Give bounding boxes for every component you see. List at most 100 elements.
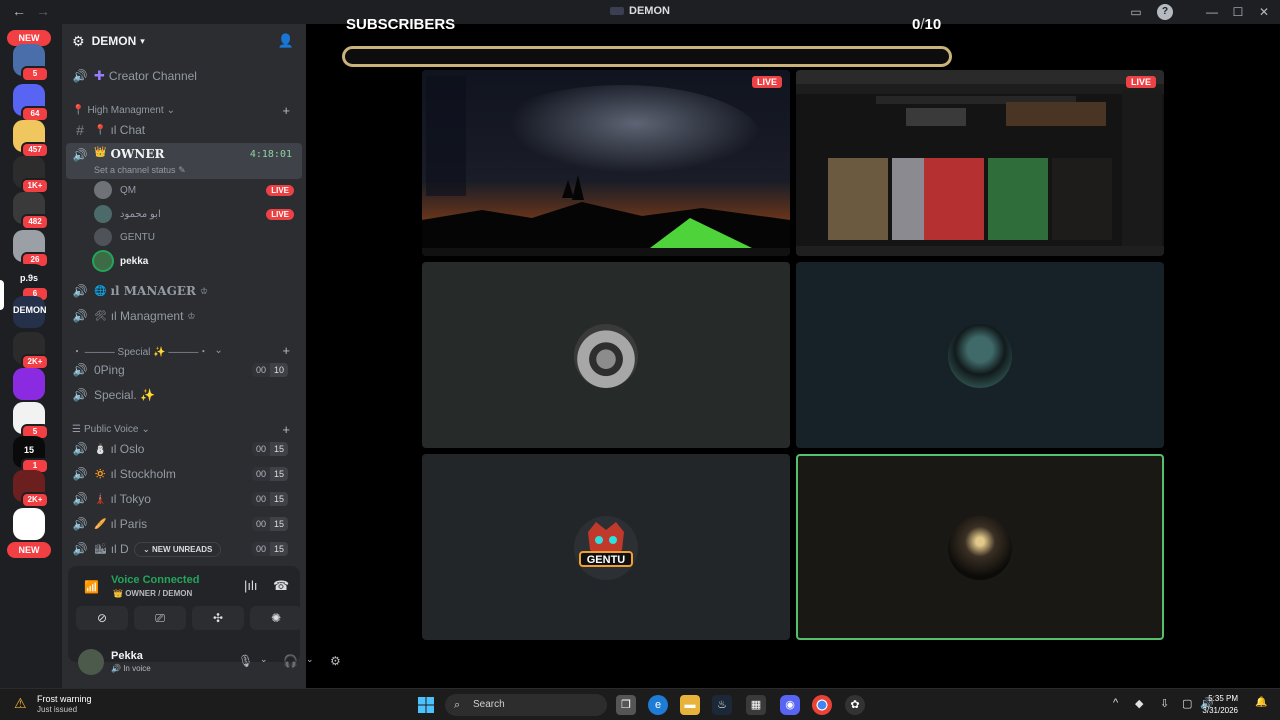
user-avatar <box>94 228 112 246</box>
headphones-icon[interactable]: 🎧 <box>283 654 298 668</box>
channel-public-voice[interactable]: 🔊 🥖 ıl Paris 00 15 <box>66 512 302 536</box>
soundboard-button[interactable]: ✺ <box>250 606 302 630</box>
guild-header[interactable]: ⚙ DEMON ▾ 👤 <box>62 24 306 58</box>
server-icon[interactable]: 1K+ <box>13 156 49 194</box>
maximize-icon[interactable]: ☐ <box>1230 4 1246 20</box>
user-avatar[interactable] <box>78 649 104 675</box>
user-name[interactable]: Pekka <box>111 650 143 662</box>
server-icon[interactable]: 482 <box>13 192 49 230</box>
channel-status-line[interactable]: Set a channel status ✎ <box>94 165 186 176</box>
discord-window: ← → DEMON ▭ ? — ☐ ✕ NEW NEW 5 64 457 1K+ 482… <box>0 0 1280 720</box>
server-icon[interactable] <box>13 508 45 540</box>
settings-gear-icon[interactable]: ⚙ <box>330 654 341 668</box>
pin-icon: 📍 <box>72 104 85 116</box>
voice-user-name: QM <box>120 184 137 196</box>
weather-warning-title[interactable]: Frost warning <box>37 694 92 704</box>
category-name: Public Voice <box>83 423 139 435</box>
user-tile-gentu[interactable]: GENTU <box>422 454 790 640</box>
user-tile-pekka[interactable] <box>796 454 1164 640</box>
minimize-icon[interactable]: — <box>1204 4 1220 20</box>
stream-tile-qm[interactable]: LIVE <box>422 70 790 256</box>
voice-channel-path[interactable]: 👑 OWNER / DEMON <box>113 589 192 598</box>
add-channel-icon[interactable]: + <box>282 343 290 358</box>
channel-managment[interactable]: 🔊 🛠 ıl Managment ♔ <box>66 304 302 328</box>
channel-chat[interactable]: # 📍 ıl Chat <box>66 118 302 142</box>
server-icon[interactable]: DEMON <box>13 296 47 328</box>
stream-tile-abu-mahmoud[interactable]: LIVE <box>796 70 1164 256</box>
guild-name: DEMON <box>91 34 137 48</box>
invite-people-icon[interactable]: 👤 <box>278 33 294 49</box>
user-count: 00 <box>251 363 270 377</box>
show-hidden-icons-chevron[interactable]: ^ <box>1113 697 1118 709</box>
noise-suppression-icon[interactable]: |ılı <box>244 578 258 593</box>
audio-options-chevron-icon[interactable]: ⌄ <box>306 654 314 665</box>
file-explorer-icon[interactable]: ▬ <box>680 695 700 715</box>
connection-signal-icon[interactable]: 📶 <box>84 580 99 594</box>
windows-start-icon[interactable] <box>418 697 434 713</box>
notification-bell-icon[interactable]: 🔔 <box>1255 697 1267 708</box>
browser-stream-preview <box>796 70 1164 256</box>
add-channel-icon[interactable]: + <box>282 103 290 118</box>
back-arrow-icon[interactable]: ← <box>12 3 26 19</box>
channel-creator[interactable]: 🔊 ✚ Creator Channel <box>66 64 302 88</box>
mic-options-chevron-icon[interactable]: ⌄ <box>260 654 268 665</box>
voice-user[interactable]: GENTU <box>94 226 294 248</box>
disconnect-icon[interactable]: ☎ <box>273 578 289 594</box>
voice-user[interactable]: pekka <box>94 250 294 272</box>
category-name: High Managment <box>87 104 164 116</box>
share-screen-button[interactable]: ⎚ <box>134 606 186 630</box>
store-icon[interactable]: ▦ <box>746 695 766 715</box>
plus-emoji-icon: ✚ <box>94 68 105 83</box>
category-public-voice[interactable]: ☰ Public Voice ⌄ + <box>72 421 298 437</box>
channel-public-voice[interactable]: 🔊 🗼 ıl Tokyo 00 15 <box>66 487 302 511</box>
channel-public-voice[interactable]: 🔊 ⛄ ıl Oslo 00 15 <box>66 437 302 461</box>
microphone-icon[interactable]: 🎙 <box>238 654 253 668</box>
help-icon[interactable]: ? <box>1157 4 1173 20</box>
edge-icon[interactable]: e <box>648 695 668 715</box>
voice-status[interactable]: Voice Connected <box>111 574 199 586</box>
channel-public-voice[interactable]: 🔊 🔅 ıl Stockholm 00 15 <box>66 462 302 486</box>
voice-user-name: pekka <box>120 255 149 267</box>
server-icon[interactable]: 15 1 <box>13 436 49 474</box>
steam-icon[interactable]: ♨ <box>712 695 732 715</box>
server-icon[interactable]: 457 <box>13 120 49 158</box>
server-icon[interactable]: 2K+ <box>13 470 49 508</box>
forward-arrow-icon[interactable]: → <box>36 3 50 19</box>
close-icon[interactable]: ✕ <box>1256 4 1272 20</box>
chrome-icon[interactable] <box>812 695 832 715</box>
user-tile-qm[interactable] <box>422 262 790 448</box>
taskbar-search[interactable]: ⌕ Search <box>445 694 607 716</box>
server-icon[interactable]: 26 <box>13 230 49 268</box>
voice-user[interactable]: ابو محمود LIVE <box>94 203 294 225</box>
taskbar-clock[interactable]: 5:35 PM 3/31/2026 <box>1202 693 1238 717</box>
server-icon[interactable] <box>13 368 45 400</box>
new-pill[interactable]: NEW <box>7 542 51 558</box>
task-view-icon[interactable]: ❐ <box>616 695 636 715</box>
speaker-icon: 🔊 <box>72 517 88 531</box>
user-tile-abu-mahmoud[interactable] <box>796 262 1164 448</box>
server-icon[interactable]: 64 <box>13 84 49 122</box>
user-count: 00 <box>251 517 270 531</box>
server-icon[interactable]: p.9s 6 <box>13 264 49 302</box>
tray-app-icon[interactable]: ◆ <box>1135 697 1143 710</box>
server-icon[interactable]: 5 <box>13 402 49 440</box>
add-channel-icon[interactable]: + <box>282 422 290 437</box>
channel-oping[interactable]: 🔊 0Ping 00 10 <box>66 358 302 382</box>
discord-icon[interactable]: ◉ <box>780 695 800 715</box>
category-special[interactable]: ・ ——— Special ✨ ———・ ⌄ + <box>72 342 298 358</box>
activities-button[interactable]: ✣ <box>192 606 244 630</box>
server-icon[interactable]: 5 <box>13 44 49 82</box>
inbox-icon[interactable]: ▭ <box>1128 4 1144 20</box>
new-unreads-pill[interactable]: ⌄ NEW UNREADS <box>134 542 222 557</box>
usb-icon[interactable]: ⇩ <box>1160 697 1169 710</box>
app-icon[interactable]: ✿ <box>845 695 865 715</box>
voice-user[interactable]: QM LIVE <box>94 179 294 201</box>
camera-off-button[interactable]: ⊘ <box>76 606 128 630</box>
user-avatar-night-gate <box>948 516 1012 580</box>
category-high-managment[interactable]: 📍 High Managment ⌄ + <box>72 102 298 118</box>
user-avatar <box>94 252 112 270</box>
channel-special[interactable]: 🔊 Special. ✨ <box>66 383 302 407</box>
server-icon[interactable]: 2K+ <box>13 332 49 370</box>
channel-manager[interactable]: 🔊 🌐 ıl MANAGER ♔ <box>66 279 302 303</box>
network-icon[interactable]: ▢ <box>1182 697 1192 710</box>
